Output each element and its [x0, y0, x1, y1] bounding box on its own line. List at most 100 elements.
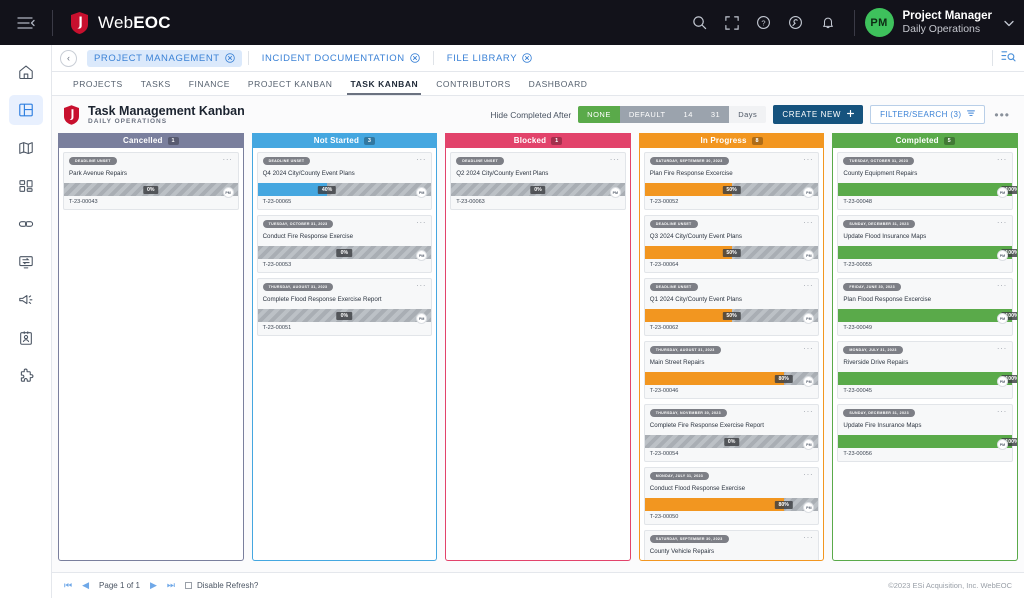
- card-menu-icon[interactable]: ···: [997, 157, 1007, 163]
- apps-icon[interactable]: [9, 171, 43, 201]
- top-bar-divider: [52, 10, 53, 36]
- card-menu-icon[interactable]: ···: [997, 220, 1007, 226]
- list-search-icon[interactable]: [1001, 49, 1016, 68]
- task-card[interactable]: TUESDAY, OCTOBER 31, 2023···County Equip…: [837, 152, 1013, 210]
- task-card[interactable]: DEADLINE UNSET···Q2 2024 City/County Eve…: [450, 152, 626, 210]
- task-card[interactable]: MONDAY, JULY 31, 2023···Conduct Flood Re…: [644, 467, 820, 525]
- card-menu-icon[interactable]: ···: [803, 472, 813, 478]
- task-card[interactable]: THURSDAY, NOVEMBER 30, 2023···Complete F…: [644, 404, 820, 462]
- disable-refresh-checkbox[interactable]: Disable Refresh?: [185, 581, 258, 590]
- subnav-item-tasks[interactable]: TASKS: [132, 74, 180, 94]
- hide-completed-option-default[interactable]: DEFAULT: [620, 106, 675, 123]
- task-card[interactable]: DEADLINE UNSET···Q1 2024 City/County Eve…: [644, 278, 820, 336]
- brand[interactable]: WebEOC: [71, 12, 171, 34]
- card-menu-icon[interactable]: ···: [416, 283, 426, 289]
- avatar[interactable]: PM: [865, 8, 894, 37]
- card-progress-bar: 100%: [838, 372, 1012, 385]
- card-menu-icon[interactable]: ···: [997, 346, 1007, 352]
- hide-completed-option-14[interactable]: 14: [675, 106, 702, 123]
- last-page-icon[interactable]: ⏭: [167, 580, 175, 591]
- alerts-icon[interactable]: [9, 285, 43, 315]
- home-icon[interactable]: [9, 57, 43, 87]
- card-progress-bar: 80%: [645, 372, 819, 385]
- task-card[interactable]: THURSDAY, AUGUST 31, 2023···Complete Flo…: [257, 278, 433, 336]
- card-deadline-chip: DEADLINE UNSET: [456, 157, 504, 165]
- board-tab-actions: [992, 49, 1016, 68]
- card-assignee-avatar[interactable]: PM: [223, 187, 234, 198]
- subnav-item-project-kanban[interactable]: PROJECT KANBAN: [239, 74, 342, 94]
- task-card[interactable]: SATURDAY, SEPTEMBER 30, 2023···County Ve…: [644, 530, 820, 560]
- next-page-icon[interactable]: ▶: [150, 580, 157, 591]
- task-card[interactable]: SATURDAY, SEPTEMBER 30, 2023···Plan Fire…: [644, 152, 820, 210]
- close-icon[interactable]: [410, 53, 420, 63]
- card-menu-icon[interactable]: ···: [997, 283, 1007, 289]
- task-card[interactable]: THURSDAY, AUGUST 31, 2023···Main Street …: [644, 341, 820, 399]
- card-header: DEADLINE UNSET···: [263, 157, 427, 165]
- card-deadline-chip: FRIDAY, JUNE 30, 2023: [843, 283, 901, 291]
- progress-fill: [838, 183, 1012, 196]
- subnav-item-dashboard[interactable]: DASHBOARD: [520, 74, 597, 94]
- card-progress-bar: 100%: [838, 183, 1012, 196]
- hide-completed-option-31[interactable]: 31: [702, 106, 729, 123]
- card-menu-icon[interactable]: ···: [223, 157, 233, 163]
- task-card[interactable]: DEADLINE UNSET···Q3 2024 City/County Eve…: [644, 215, 820, 273]
- card-menu-icon[interactable]: ···: [803, 220, 813, 226]
- board-tab-file-library[interactable]: FILE LIBRARY: [440, 50, 539, 67]
- search-icon[interactable]: [684, 0, 716, 45]
- previous-page-icon[interactable]: ◀: [82, 580, 89, 591]
- subnav-item-contributors[interactable]: CONTRIBUTORS: [427, 74, 519, 94]
- task-card[interactable]: MONDAY, JULY 31, 2023···Riverside Drive …: [837, 341, 1013, 399]
- boards-icon[interactable]: [9, 95, 43, 125]
- displays-icon[interactable]: [9, 247, 43, 277]
- task-card[interactable]: TUESDAY, OCTOBER 31, 2023···Conduct Fire…: [257, 215, 433, 273]
- board-tab-project-management[interactable]: PROJECT MANAGEMENT: [87, 50, 242, 67]
- task-card[interactable]: SUNDAY, DECEMBER 31, 2023···Update Flood…: [837, 215, 1013, 273]
- card-menu-icon[interactable]: ···: [803, 409, 813, 415]
- card-title: Update Flood Insurance Maps: [843, 233, 1007, 241]
- bell-icon[interactable]: [812, 0, 844, 45]
- card-menu-icon[interactable]: ···: [803, 283, 813, 289]
- hamburger-collapse-icon[interactable]: [0, 16, 52, 30]
- first-page-icon[interactable]: ⏮: [64, 580, 72, 591]
- task-card[interactable]: DEADLINE UNSET···Q4 2024 City/County Eve…: [257, 152, 433, 210]
- card-deadline-chip: SATURDAY, SEPTEMBER 30, 2023: [650, 535, 729, 543]
- card-menu-icon[interactable]: ···: [803, 157, 813, 163]
- card-title: Complete Flood Response Exercise Report: [263, 296, 427, 304]
- task-card[interactable]: SUNDAY, DECEMBER 31, 2023···Update Fire …: [837, 404, 1013, 462]
- filter-search-button[interactable]: FILTER/SEARCH (3): [870, 105, 985, 124]
- card-menu-icon[interactable]: ···: [416, 220, 426, 226]
- filter-search-label: FILTER/SEARCH (3): [880, 110, 961, 119]
- contacts-icon[interactable]: [9, 323, 43, 353]
- card-menu-icon[interactable]: ···: [997, 409, 1007, 415]
- map-icon[interactable]: [9, 133, 43, 163]
- tools-icon[interactable]: [780, 0, 812, 45]
- card-assignee-avatar[interactable]: PM: [610, 187, 621, 198]
- card-menu-icon[interactable]: ···: [803, 346, 813, 352]
- back-button[interactable]: ‹: [60, 50, 77, 67]
- board-tab-incident-documentation[interactable]: INCIDENT DOCUMENTATION: [255, 50, 427, 67]
- close-icon[interactable]: [225, 53, 235, 63]
- card-menu-icon[interactable]: ···: [610, 157, 620, 163]
- more-options-button[interactable]: •••: [992, 108, 1012, 122]
- task-card[interactable]: DEADLINE UNSET···Park Avenue Repairs0%T-…: [63, 152, 239, 210]
- subnav-item-task-kanban[interactable]: TASK KANBAN: [341, 74, 427, 94]
- hide-completed-option-none[interactable]: NONE: [578, 106, 620, 123]
- kanban-column-cancelled: Cancelled1DEADLINE UNSET···Park Avenue R…: [58, 133, 244, 561]
- card-deadline-chip: MONDAY, JULY 31, 2023: [650, 472, 709, 480]
- plugins-icon[interactable]: [9, 361, 43, 391]
- links-icon[interactable]: [9, 209, 43, 239]
- chevron-down-icon[interactable]: [1004, 14, 1014, 32]
- card-title: Plan Fire Response Excercise: [650, 170, 814, 178]
- create-new-button[interactable]: CREATE NEW: [773, 105, 863, 124]
- subnav-item-finance[interactable]: FINANCE: [180, 74, 239, 94]
- close-icon[interactable]: [522, 53, 532, 63]
- card-menu-icon[interactable]: ···: [803, 535, 813, 541]
- fullscreen-icon[interactable]: [716, 0, 748, 45]
- user-info[interactable]: Project Manager Daily Operations: [903, 9, 992, 37]
- subnav-item-projects[interactable]: PROJECTS: [64, 74, 132, 94]
- card-menu-icon[interactable]: ···: [416, 157, 426, 163]
- help-icon[interactable]: ?: [748, 0, 780, 45]
- hide-completed-option-days[interactable]: Days: [729, 106, 766, 123]
- task-card[interactable]: FRIDAY, JUNE 30, 2023···Plan Flood Respo…: [837, 278, 1013, 336]
- card-assignee-avatar[interactable]: PM: [997, 187, 1008, 198]
